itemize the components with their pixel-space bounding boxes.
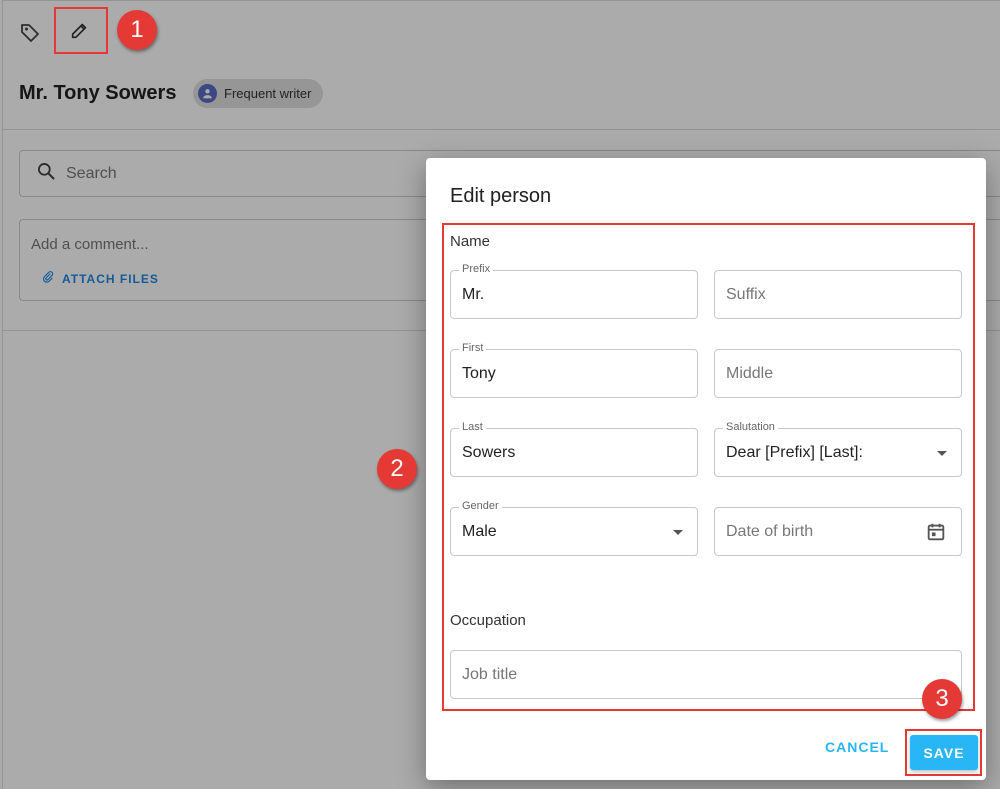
cancel-button[interactable]: CANCEL [825,739,889,755]
callout-badge-1: 1 [117,10,157,50]
callout-badge-2: 2 [377,449,417,489]
callout-highlight-pencil [54,7,108,54]
dialog-title: Edit person [450,185,552,207]
callout-highlight-save [905,729,982,776]
callout-badge-3: 3 [922,679,962,719]
callout-highlight-form [442,223,975,711]
